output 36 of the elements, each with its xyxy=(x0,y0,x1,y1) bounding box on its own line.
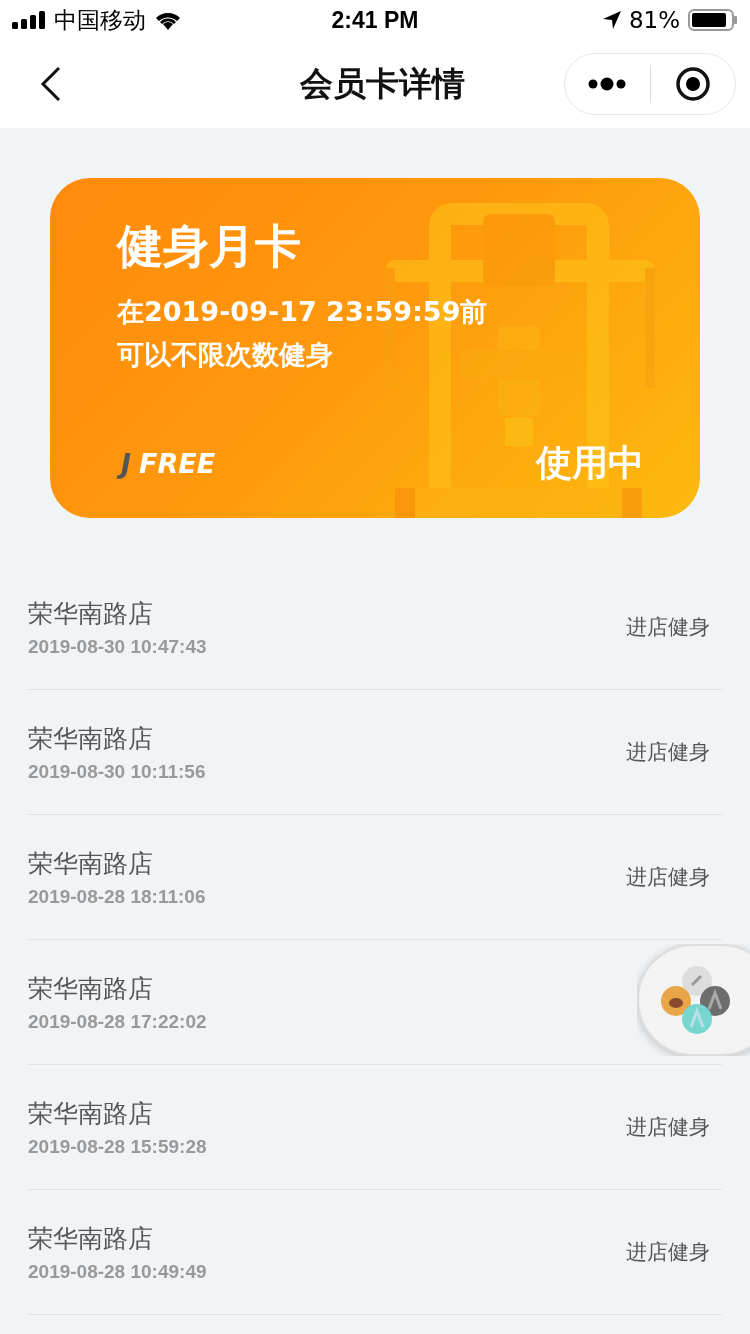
visit-time: 2019-08-28 15:59:28 xyxy=(28,1135,208,1158)
floating-share-button[interactable] xyxy=(637,944,750,1056)
brand-mark: J xyxy=(117,448,136,479)
close-icon[interactable] xyxy=(674,66,711,102)
signal-icon xyxy=(12,11,46,29)
visit-time: 2019-08-30 10:11:56 xyxy=(28,760,207,783)
location-arrow-icon xyxy=(602,11,621,29)
card-status: 使用中 xyxy=(536,441,644,485)
store-name: 荣华南路店 xyxy=(28,722,154,755)
visit-type: 进店健身 xyxy=(626,739,711,766)
visit-time: 2019-08-28 18:11:06 xyxy=(28,885,207,908)
store-name: 荣华南路店 xyxy=(28,847,154,880)
visit-type: 进店健身 xyxy=(626,614,711,641)
visit-time: 2019-08-28 17:22:02 xyxy=(28,1010,208,1033)
store-name: 荣华南路店 xyxy=(28,1097,154,1130)
carrier-name: 中国移动 xyxy=(54,5,146,35)
wifi-icon xyxy=(154,10,182,30)
visit-time: 2019-08-28 10:49:49 xyxy=(28,1260,208,1283)
share-icons-drawing xyxy=(659,965,731,1035)
more-icon[interactable] xyxy=(587,77,628,91)
visit-time: 2019-08-30 10:47:43 xyxy=(28,635,208,658)
store-name: 荣华南路店 xyxy=(28,597,154,630)
battery-percent: 81% xyxy=(628,7,680,33)
card-name: 健身月卡 xyxy=(117,218,302,275)
store-name: 荣华南路店 xyxy=(28,972,154,1005)
visit-type: 进店健身 xyxy=(626,1239,711,1266)
store-name: 荣华南路店 xyxy=(28,1222,154,1255)
battery-icon xyxy=(688,9,738,31)
page-title: 会员卡详情 xyxy=(298,62,466,105)
brand-name: FREE xyxy=(139,448,216,479)
visit-type: 进店健身 xyxy=(626,864,711,891)
visit-type: 进店健身 xyxy=(626,1114,711,1141)
card-description: 可以不限次数健身 xyxy=(117,338,334,372)
clock-time: 2:41 PM xyxy=(331,6,419,34)
membership-card[interactable]: 健身月卡 在2019-09-17 23:59:59前 可以不限次数健身 J FREE 使用中 xyxy=(50,178,700,518)
validity-text: 在2019-09-17 23:59:59前 xyxy=(117,295,489,329)
